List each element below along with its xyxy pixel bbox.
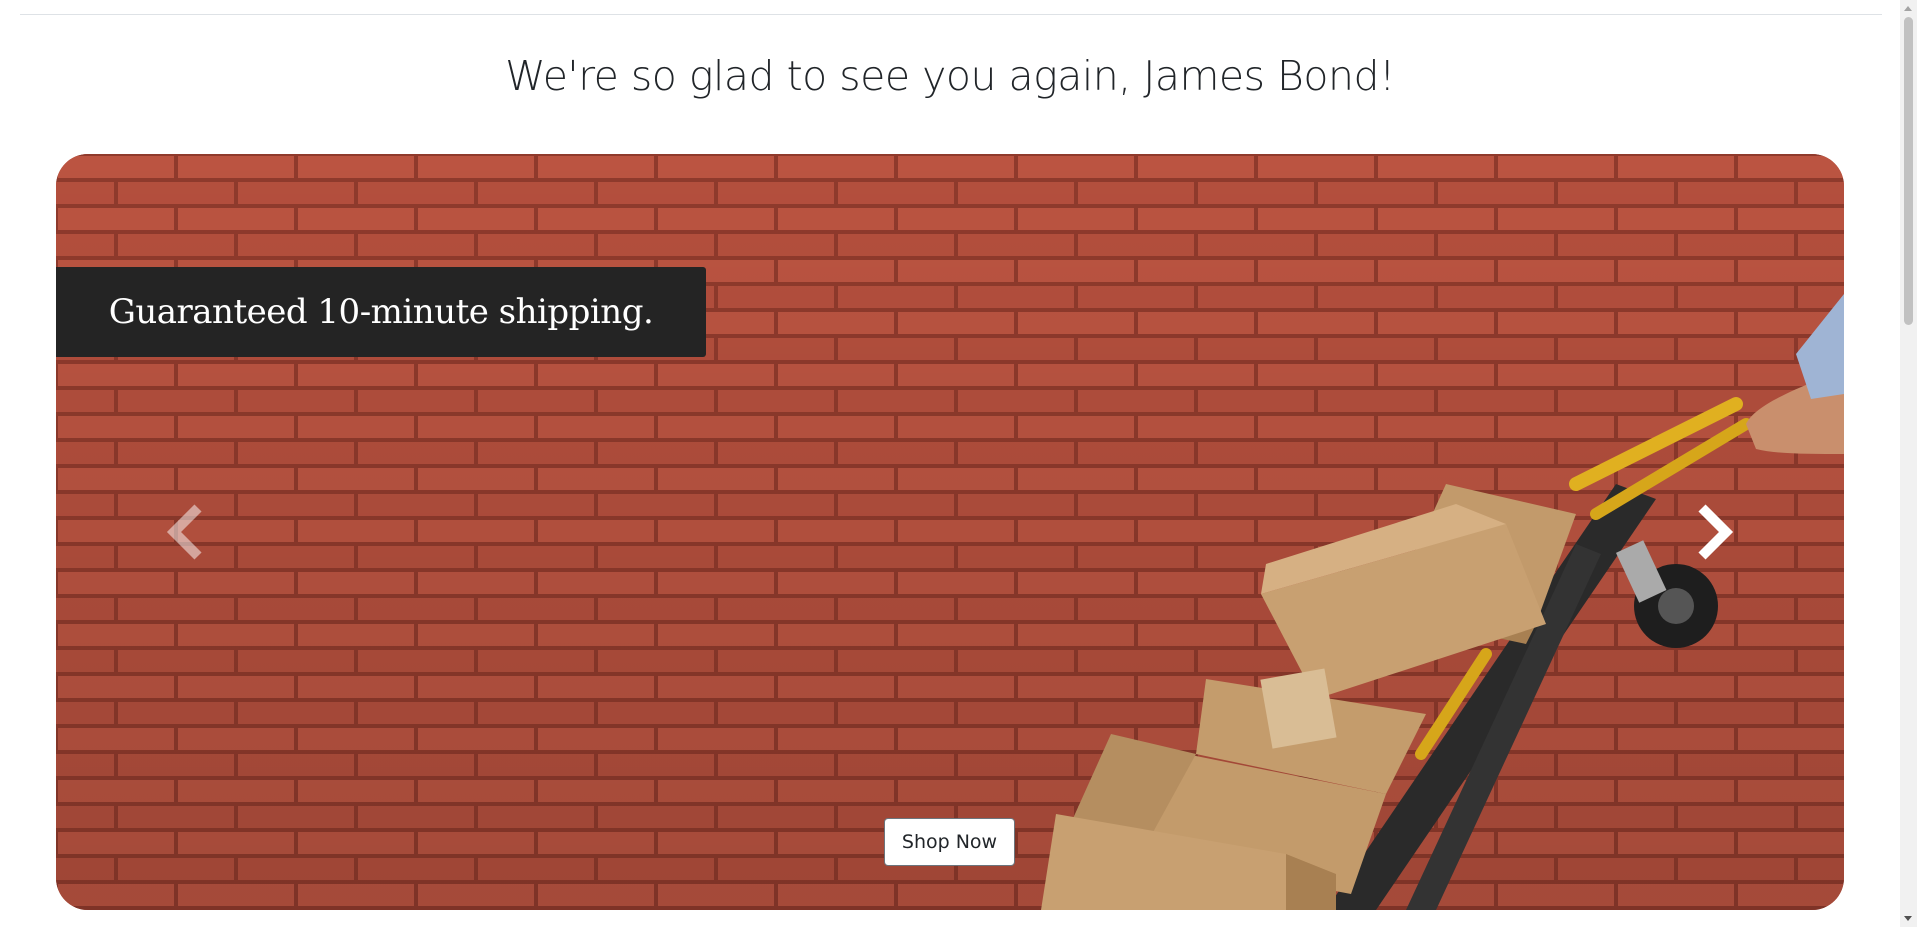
welcome-heading: We're so glad to see you again, James Bo…: [505, 52, 1395, 100]
shop-now-button[interactable]: Shop Now: [884, 818, 1015, 866]
page-scrollbar[interactable]: [1900, 0, 1917, 927]
top-divider: [20, 14, 1882, 15]
scroll-thumb[interactable]: [1904, 17, 1913, 325]
chevron-right-icon: [1698, 504, 1734, 560]
page: We're so glad to see you again, James Bo…: [0, 0, 1917, 927]
hero-carousel: Guaranteed 10-minute shipping. Shop Now: [56, 154, 1844, 910]
scroll-up-icon[interactable]: [1904, 6, 1912, 11]
carousel-prev-button[interactable]: [76, 154, 296, 910]
scroll-down-icon[interactable]: [1904, 916, 1912, 921]
chevron-left-icon: [166, 504, 202, 560]
carousel-next-button[interactable]: [1604, 154, 1824, 910]
